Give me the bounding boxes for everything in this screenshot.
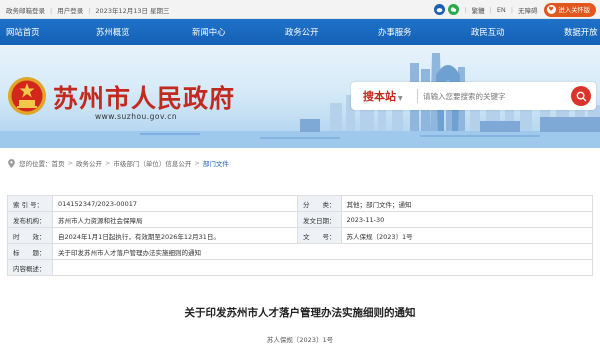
breadcrumb: 您的位置： 首页 > 政务公开 > 市级部门（单位）信息公开 > 部门文件 (8, 158, 229, 168)
search-scope-label: 搜本站 (363, 90, 396, 103)
issuer-label: 发布机构： (7, 211, 53, 228)
category-value: 其他；部门文件；通知 (340, 195, 593, 212)
top-links: 政务邮箱登录 | 用户登录 | 2023年12月13日 星期三 (6, 5, 170, 15)
care-mode-button[interactable]: ♥ 进入关怀版 (543, 2, 596, 17)
content-summary-label: 内容概述： (7, 259, 53, 276)
breadcrumb-dept-info[interactable]: 市级部门（单位）信息公开 (113, 158, 191, 168)
divider: | (489, 5, 492, 14)
breadcrumb-dept-files[interactable]: 部门文件 (203, 158, 229, 168)
divider (417, 89, 418, 103)
table-row: 标 题： 关于印发苏州市人才落户管理办法实施细则的通知 (7, 243, 593, 260)
gov-mail-login-link[interactable]: 政务邮箱登录 (6, 7, 45, 15)
chevron-down-icon: ▼ (398, 95, 403, 102)
nav-item-overview[interactable]: 苏州概览 (96, 26, 130, 38)
site-url: www.suzhou.gov.cn (95, 112, 178, 121)
traditional-chinese-link[interactable]: 繁體 (472, 5, 485, 15)
breadcrumb-prefix: 您的位置： (19, 160, 52, 168)
table-row: 发布机构： 苏州市人力资源和社会保障局 发文日期： 2023-11-30 (7, 211, 593, 228)
title-value: 关于印发苏州市人才落户管理办法实施细则的通知 (52, 243, 593, 260)
divider: | (88, 7, 91, 15)
weibo-icon[interactable] (434, 4, 446, 15)
search-button[interactable] (571, 86, 591, 106)
validity-value: 自2024年1月1日起执行，有效期至2026年12月31日。 (52, 227, 298, 244)
national-emblem-icon (8, 77, 46, 115)
divider: | (464, 5, 467, 14)
current-date: 2023年12月13日 星期三 (95, 7, 170, 15)
date-label: 发文日期： (297, 211, 342, 228)
main-nav: 网站首页 苏州概览 新闻中心 政务公开 办事服务 政民互动 数据开放 (0, 19, 600, 45)
nav-item-interaction[interactable]: 政民互动 (471, 26, 505, 38)
date-value: 2023-11-30 (340, 211, 593, 228)
content-summary-value (52, 259, 593, 276)
accessibility-link[interactable]: 无障碍 (518, 5, 538, 15)
table-row: 索 引 号： 014152347/2023-00017 分 类： 其他；部门文件… (7, 195, 593, 212)
location-pin-icon (8, 158, 15, 168)
top-tools: | 繁體 | EN | 无障碍 ♥ 进入关怀版 (434, 2, 596, 17)
nav-item-public[interactable]: 政务公开 (285, 26, 319, 38)
docno-value: 苏人保规〔2023〕1号 (340, 227, 593, 244)
nav-item-data[interactable]: 数据开放 (564, 26, 598, 38)
care-mode-label: 进入关怀版 (558, 7, 590, 14)
english-link[interactable]: EN (497, 6, 506, 14)
divider: | (510, 5, 514, 14)
heart-icon: ♥ (546, 5, 556, 14)
top-utility-bar: 政务邮箱登录 | 用户登录 | 2023年12月13日 星期三 | 繁體 | EN | … (0, 0, 600, 19)
nav-item-news[interactable]: 新闻中心 (192, 26, 226, 38)
title-label: 标 题： (7, 243, 53, 260)
wechat-icon[interactable] (448, 4, 460, 15)
issuer-value: 苏州市人力资源和社会保障局 (52, 211, 298, 228)
nav-item-services[interactable]: 办事服务 (378, 26, 412, 38)
site-title[interactable]: 苏州市人民政府 (53, 79, 235, 115)
user-login-link[interactable]: 用户登录 (57, 7, 83, 15)
breadcrumb-separator: > (67, 159, 73, 167)
table-row: 时 效： 自2024年1月1日起执行，有效期至2026年12月31日。 文 号：… (7, 227, 593, 244)
table-row: 内容概述： (7, 259, 593, 276)
breadcrumb-home[interactable]: 首页 (52, 158, 65, 168)
docno-label: 文 号： (297, 227, 342, 244)
category-label: 分 类： (297, 195, 342, 212)
document-number: 苏人保规〔2023〕1号 (266, 336, 334, 344)
breadcrumb-separator: > (194, 159, 200, 167)
index-label: 索 引 号： (7, 195, 53, 212)
breadcrumb-separator: > (104, 159, 111, 167)
document-title: 关于印发苏州市人才落户管理办法实施细则的通知 (184, 307, 416, 319)
search-scope-select[interactable]: 搜本站 ▼ (363, 88, 403, 104)
site-search-box: 搜本站 ▼ (351, 82, 596, 110)
document-info-table: 索 引 号： 014152347/2023-00017 分 类： 其他；部门文件… (7, 195, 593, 276)
header-banner: 苏州市人民政府 www.suzhou.gov.cn 搜本站 ▼ (0, 45, 600, 148)
validity-label: 时 效： (7, 227, 53, 244)
breadcrumb-public[interactable]: 政务公开 (76, 158, 102, 168)
search-icon (576, 91, 586, 101)
search-input[interactable] (423, 88, 563, 104)
nav-item-home[interactable]: 网站首页 (6, 26, 40, 38)
divider: | (50, 7, 53, 15)
index-value: 014152347/2023-00017 (52, 195, 298, 212)
